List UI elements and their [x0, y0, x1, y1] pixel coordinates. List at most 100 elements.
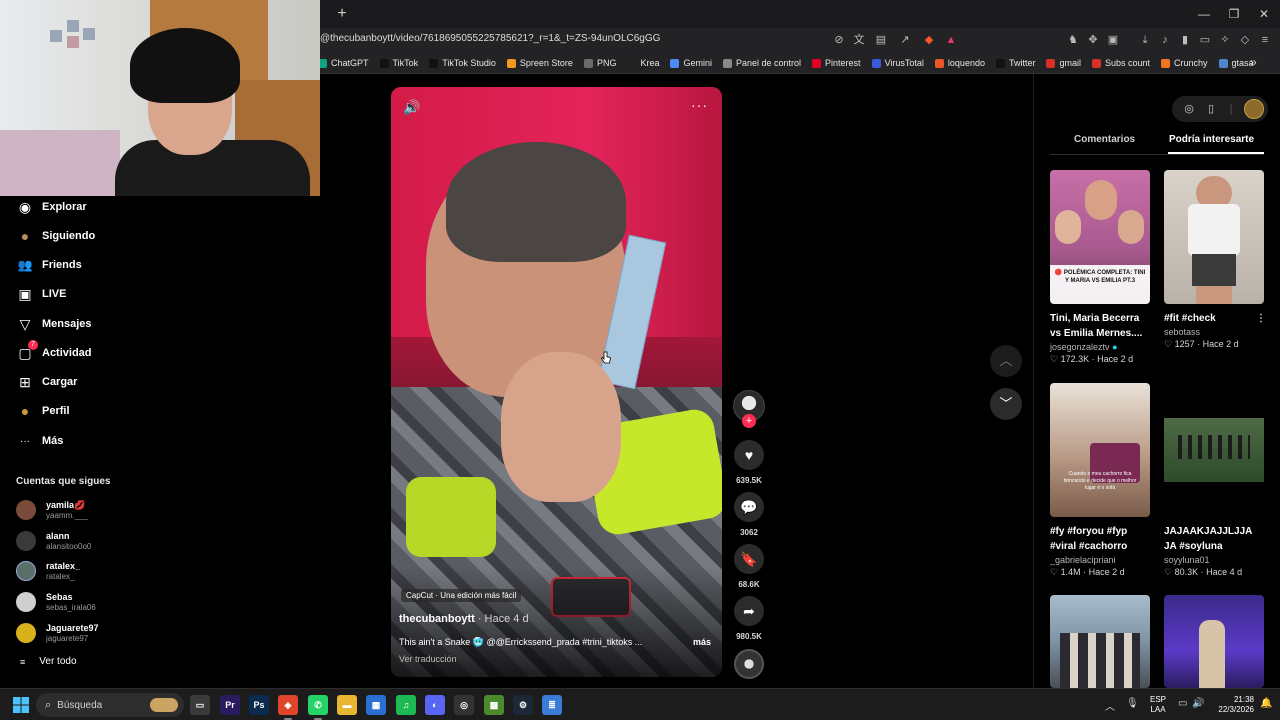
followed-account[interactable]: yamila💋 yaamm.___	[16, 497, 88, 523]
video-card[interactable]: JAJAAKJAJJLJJA JA #soyluna soyyluna01 ♡ …	[1164, 383, 1266, 578]
profile-avatar[interactable]	[1244, 99, 1264, 119]
bookmark-loquendo[interactable]: loquendo	[934, 58, 985, 68]
sidebar-item-live[interactable]: ▣ LIVE	[16, 283, 66, 305]
volume-icon[interactable]: 🔊	[403, 99, 420, 116]
capcut-badge[interactable]: CapCut · Una edición más fácil	[401, 589, 522, 602]
followed-account[interactable]: Jaguarete97 jaguarete97	[16, 620, 99, 646]
sidebar-item-perfil[interactable]: ● Perfil	[16, 400, 70, 422]
taskbar-search[interactable]: ⌕ Búsqueda	[36, 693, 184, 717]
tab-podria-interesarte[interactable]: Podría interesarte	[1169, 134, 1254, 145]
video-thumbnail[interactable]	[1050, 595, 1150, 688]
follow-button[interactable]: +	[742, 414, 756, 428]
restore-button[interactable]: ❐	[1220, 4, 1248, 24]
video-thumbnail[interactable]: Cuando o meu cachorro fica brincando e d…	[1050, 383, 1150, 517]
card-more-icon[interactable]: ⋮	[1256, 311, 1266, 326]
bookmark-subs-count[interactable]: Subs count	[1092, 58, 1150, 68]
video-thumbnail[interactable]	[1164, 595, 1264, 688]
save-button[interactable]: 🔖	[734, 544, 764, 574]
sidebar-item-friends[interactable]: 👥 Friends	[16, 254, 82, 276]
bookmark-spreen-store[interactable]: Spreen Store	[506, 58, 573, 68]
bookmark-chatgpt[interactable]: ChatGPT	[318, 58, 369, 68]
followed-account[interactable]: Sebas sebas_irala06	[16, 589, 96, 615]
bookmark-gmail[interactable]: gmail	[1046, 58, 1081, 68]
card-author[interactable]: soyyluna01	[1164, 555, 1266, 565]
url-field[interactable]: @thecubanboytt/video/7618695055225785621…	[320, 33, 660, 44]
video-card[interactable]	[1164, 595, 1266, 688]
bookmark-gemini[interactable]: Gemini	[670, 58, 712, 68]
extension-icon[interactable]: ♞	[1066, 33, 1080, 47]
card-title[interactable]: JAJAAKJAJJLJJA JA #soyluna	[1164, 524, 1260, 554]
notification-bell-icon[interactable]: 🔔	[1260, 698, 1272, 709]
discord-app-icon[interactable]: ◐	[425, 695, 445, 715]
like-button[interactable]: ♥	[734, 440, 764, 470]
ms-store-app-icon[interactable]: ▦	[366, 695, 386, 715]
brave-shield-icon[interactable]: ◆	[922, 33, 936, 47]
card-more-icon[interactable]: ⋮	[1142, 383, 1152, 398]
card-author[interactable]: josegonzaleztv ●	[1050, 342, 1152, 352]
card-author[interactable]: _gabrielacipriani	[1050, 555, 1152, 565]
premiere-app-icon[interactable]: Pr	[220, 695, 240, 715]
no-tracking-icon[interactable]: ⊘	[832, 33, 846, 47]
tab-comentarios[interactable]: Comentarios	[1074, 134, 1135, 145]
bookmark-krea[interactable]: Krea	[627, 58, 659, 68]
language-indicator[interactable]: ESP LAA	[1150, 695, 1166, 715]
chevron-up-icon[interactable]: ︿	[1105, 698, 1115, 713]
bookmark-twitter[interactable]: Twitter	[995, 58, 1035, 68]
bookmarks-overflow-icon[interactable]: »	[1250, 55, 1257, 69]
task-view-app-icon[interactable]: ▭	[190, 695, 210, 715]
reader-icon[interactable]: ▤	[874, 33, 888, 47]
card-title[interactable]: #fit #check ⋮	[1164, 311, 1266, 326]
sidebar-toggle-icon[interactable]: ▮	[1178, 33, 1192, 47]
video-author[interactable]: thecubanboytt · Hace 4 d	[399, 613, 529, 625]
video-thumbnail[interactable]: 🔴 POLÉMICA COMPLETA: TINI Y MARIA VS EMI…	[1050, 170, 1150, 304]
author-name[interactable]: thecubanboytt	[399, 613, 475, 625]
wallet-icon[interactable]: ▭	[1198, 33, 1212, 47]
followed-account[interactable]: ratalex_ ratalex_	[16, 558, 80, 584]
media-icon[interactable]: ♪	[1158, 33, 1172, 47]
translate-link[interactable]: Ver traducción	[399, 654, 457, 664]
menu-icon[interactable]: ≡	[1258, 33, 1272, 47]
network-icon[interactable]: ▭	[1178, 698, 1187, 709]
brave-rewards-icon[interactable]: ▲	[944, 33, 958, 47]
translate-icon[interactable]: 文	[852, 33, 866, 47]
minecraft-app-icon[interactable]: ▩	[484, 695, 504, 715]
brave-app-icon[interactable]: ◈	[278, 695, 298, 720]
sidebar-item-cargar[interactable]: ⊞ Cargar	[16, 371, 77, 393]
close-window-button[interactable]: ✕	[1250, 4, 1278, 24]
compass-icon[interactable]: ◎	[1182, 102, 1196, 116]
share-icon[interactable]: ↗	[898, 33, 912, 47]
video-more-options-icon[interactable]: ···	[691, 97, 708, 113]
bookmark-gtasa[interactable]: gtasa	[1218, 58, 1254, 68]
bookmark-tiktok[interactable]: TikTok	[379, 58, 418, 68]
leo-icon[interactable]: ✧	[1218, 33, 1232, 47]
windows-start-icon[interactable]	[13, 697, 29, 713]
card-author[interactable]: sebotass	[1164, 327, 1266, 337]
minimize-button[interactable]: —	[1190, 4, 1218, 24]
download-icon[interactable]: ⤓	[1138, 33, 1152, 47]
share-button[interactable]: ➦	[734, 596, 764, 626]
microphone-icon[interactable]: 🎙	[1126, 698, 1139, 709]
bookmark-panel-de-control[interactable]: Panel de control	[722, 58, 801, 68]
see-all-link[interactable]: ≡ Ver todo	[20, 656, 77, 667]
sidebar-item-actividad[interactable]: ▢ 7 Actividad	[16, 340, 92, 364]
tab-manager-icon[interactable]: ▣	[1106, 33, 1120, 47]
card-title[interactable]: #fy #foryou #fyp #viral #cachorro ⋮	[1050, 385, 1152, 554]
clock[interactable]: 21:38 22/3/2026	[1214, 695, 1254, 715]
sidebar-item-mensajes[interactable]: ▽ Mensajes	[16, 313, 92, 335]
obs-app-icon[interactable]: ◎	[454, 695, 474, 715]
video-thumbnail[interactable]	[1164, 170, 1264, 304]
video-player[interactable]: 🔊 ··· CapCut · Una edición más fácil the…	[391, 87, 722, 677]
video-card[interactable]	[1050, 595, 1152, 688]
new-tab-button[interactable]: +	[332, 4, 352, 24]
volume-icon[interactable]: 🔊	[1192, 698, 1204, 709]
music-disc-icon[interactable]	[734, 649, 764, 679]
spotify-app-icon[interactable]: ♫	[396, 695, 416, 715]
sidebar-item-explorar[interactable]: ◉ Explorar	[16, 196, 87, 218]
bookmark-pinterest[interactable]: Pinterest	[812, 58, 861, 68]
photoshop-app-icon[interactable]: Ps	[249, 695, 269, 715]
vpn-icon[interactable]: ◇	[1238, 33, 1252, 47]
next-video-button[interactable]: ﹀	[990, 388, 1022, 420]
steam-app-icon[interactable]: ⚙	[513, 695, 533, 715]
video-thumbnail[interactable]	[1164, 383, 1264, 517]
comment-button[interactable]: 💬	[734, 492, 764, 522]
